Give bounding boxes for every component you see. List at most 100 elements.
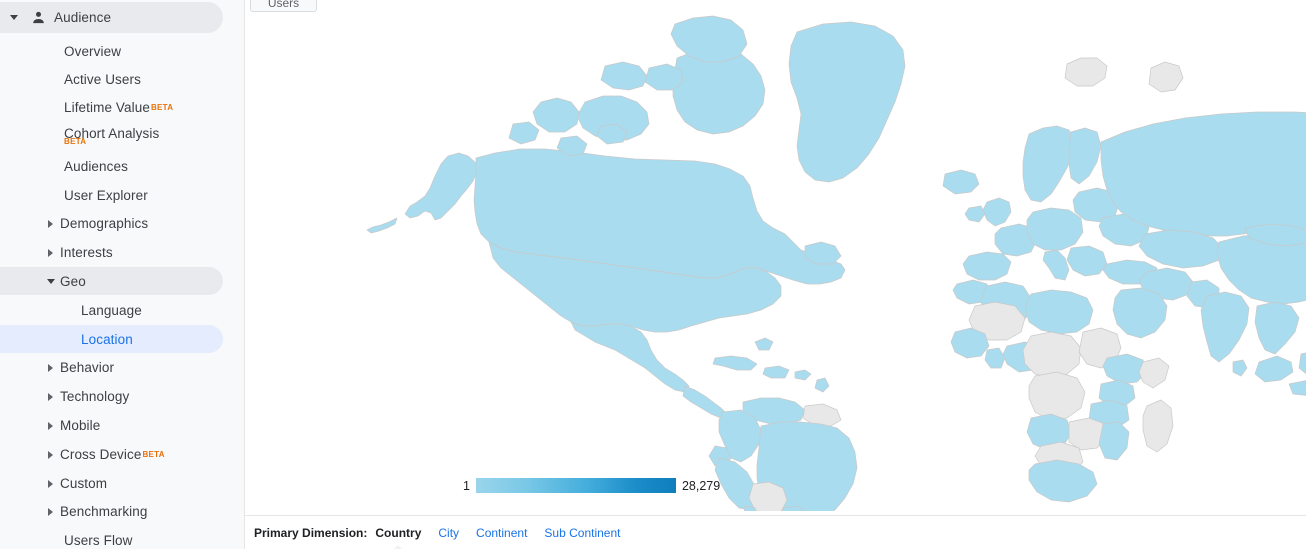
- sidebar-item-location[interactable]: Location: [0, 325, 223, 353]
- region-arctic-isles-a[interactable]: [600, 61, 648, 91]
- chevron-right-icon[interactable]: [47, 248, 56, 257]
- sidebar-item-user-explorer[interactable]: User Explorer: [0, 181, 223, 209]
- sidebar-item-lifetime-value[interactable]: Lifetime Value BETA: [0, 93, 223, 121]
- sidebar-item-users-flow[interactable]: Users Flow: [0, 526, 223, 549]
- sidebar-item-cohort-analysis[interactable]: Cohort Analysis BETA: [0, 119, 223, 147]
- sidebar-item-mobile[interactable]: Mobile: [0, 411, 223, 439]
- region-borneo[interactable]: [1298, 350, 1306, 376]
- region-india[interactable]: [1200, 291, 1250, 363]
- primary-dimension-bar: Primary Dimension: Country City Continent S…: [245, 515, 1306, 549]
- region-lesser-antilles[interactable]: [814, 377, 830, 393]
- sidebar-item-label: Audiences: [64, 158, 128, 174]
- sidebar-item-interests[interactable]: Interests: [0, 238, 223, 266]
- primary-dimension-sub-continent[interactable]: Sub Continent: [544, 526, 620, 540]
- region-novaya-zemlya[interactable]: [1148, 61, 1184, 93]
- chevron-down-icon[interactable]: [47, 277, 56, 286]
- sidebar-item-audiences[interactable]: Audiences: [0, 152, 223, 180]
- region-somalia[interactable]: [1138, 357, 1170, 389]
- main-content-area: Users 1 28,279 Primary Dimension: Countr…: [245, 0, 1306, 549]
- region-libya-egypt[interactable]: [1024, 289, 1094, 335]
- region-ireland[interactable]: [964, 205, 986, 223]
- sidebar-item-label: Interests: [60, 244, 113, 260]
- sidebar-item-label: Behavior: [60, 359, 115, 375]
- chevron-right-icon[interactable]: [47, 507, 56, 516]
- map-color-legend: 1 28,279: [463, 478, 720, 493]
- sidebar-item-language[interactable]: Language: [0, 296, 223, 324]
- region-aleutians[interactable]: [366, 217, 398, 234]
- chevron-down-icon[interactable]: [10, 13, 19, 22]
- region-south-africa[interactable]: [1028, 459, 1098, 503]
- world-geo-map[interactable]: [245, 6, 1306, 511]
- legend-min-value: 1: [463, 478, 470, 493]
- sidebar-item-label: Location: [81, 331, 133, 347]
- region-hispaniola[interactable]: [762, 365, 790, 379]
- beta-badge: BETA: [64, 137, 87, 146]
- region-mozambique[interactable]: [1098, 421, 1130, 461]
- region-italy[interactable]: [1042, 249, 1070, 281]
- sidebar-item-label: Lifetime Value: [64, 99, 150, 115]
- region-russia[interactable]: [1100, 111, 1306, 237]
- region-greenland[interactable]: [788, 21, 906, 183]
- chevron-right-icon[interactable]: [47, 363, 56, 372]
- primary-dimension-options: Country City Continent Sub Continent: [375, 524, 637, 542]
- region-alaska[interactable]: [404, 152, 478, 221]
- region-bahamas[interactable]: [754, 337, 774, 351]
- sidebar-item-cross-device[interactable]: Cross Device BETA: [0, 440, 223, 468]
- region-mexico[interactable]: [570, 321, 690, 393]
- region-arctic-isles-c[interactable]: [508, 121, 540, 145]
- region-ellesmere[interactable]: [670, 15, 748, 63]
- chevron-right-icon[interactable]: [47, 479, 56, 488]
- region-cuba[interactable]: [712, 355, 758, 371]
- sidebar-section-label: Audience: [54, 10, 112, 25]
- sidebar-item-overview[interactable]: Overview: [0, 37, 223, 65]
- legend-gradient-bar: [475, 478, 676, 493]
- sidebar-item-geo[interactable]: Geo: [0, 267, 223, 295]
- region-balkans[interactable]: [1066, 245, 1108, 277]
- left-navigation-sidebar: Audience Overview Active Users Lifetime Va…: [0, 0, 245, 549]
- region-scandinavia[interactable]: [1022, 125, 1076, 203]
- region-drc[interactable]: [1028, 371, 1086, 421]
- region-madagascar[interactable]: [1142, 399, 1174, 453]
- legend-max-value: 28,279: [681, 478, 721, 493]
- sidebar-item-benchmarking[interactable]: Benchmarking: [0, 497, 223, 525]
- region-iceland[interactable]: [942, 169, 980, 195]
- region-ghana-togo[interactable]: [984, 347, 1006, 369]
- sidebar-item-custom[interactable]: Custom: [0, 469, 223, 497]
- region-svalbard[interactable]: [1064, 57, 1108, 87]
- chevron-right-icon[interactable]: [47, 450, 56, 459]
- region-sea-mainland[interactable]: [1254, 301, 1300, 355]
- region-banks-island[interactable]: [532, 97, 580, 133]
- primary-dimension-continent[interactable]: Continent: [476, 526, 527, 540]
- sidebar-item-label: Demographics: [60, 215, 149, 231]
- region-indonesia-sumatra[interactable]: [1254, 355, 1294, 383]
- chevron-right-icon[interactable]: [47, 219, 56, 228]
- beta-badge: BETA: [150, 102, 174, 112]
- region-central-africa[interactable]: [1022, 331, 1082, 379]
- region-central-america[interactable]: [682, 385, 728, 419]
- sidebar-item-label: Technology: [60, 388, 130, 404]
- region-iberia[interactable]: [962, 251, 1012, 281]
- region-finland[interactable]: [1068, 127, 1102, 185]
- person-icon: [31, 10, 46, 25]
- sidebar-item-label: Geo: [60, 273, 86, 289]
- region-arabia[interactable]: [1112, 287, 1168, 339]
- primary-dimension-country[interactable]: Country: [375, 526, 421, 540]
- sidebar-item-behavior[interactable]: Behavior: [0, 353, 223, 381]
- sidebar-item-demographics[interactable]: Demographics: [0, 209, 223, 237]
- sidebar-item-label: Custom: [60, 475, 108, 491]
- region-puerto-rico[interactable]: [794, 369, 812, 381]
- sidebar-item-label: Mobile: [60, 417, 101, 433]
- region-labrador-nf[interactable]: [804, 241, 842, 265]
- region-indonesia-java[interactable]: [1288, 380, 1306, 396]
- chevron-right-icon[interactable]: [47, 392, 56, 401]
- world-map-svg[interactable]: [245, 6, 1306, 511]
- sidebar-item-technology[interactable]: Technology: [0, 382, 223, 410]
- chevron-right-icon[interactable]: [47, 421, 56, 430]
- sidebar-section-audience[interactable]: Audience: [0, 2, 223, 33]
- sidebar-item-label: Cross Device: [60, 446, 142, 462]
- region-uk[interactable]: [982, 197, 1012, 227]
- sidebar-item-active-users[interactable]: Active Users: [0, 65, 223, 93]
- primary-dimension-city[interactable]: City: [438, 526, 459, 540]
- region-sri-lanka[interactable]: [1232, 359, 1248, 377]
- region-germany-cee[interactable]: [1026, 207, 1084, 251]
